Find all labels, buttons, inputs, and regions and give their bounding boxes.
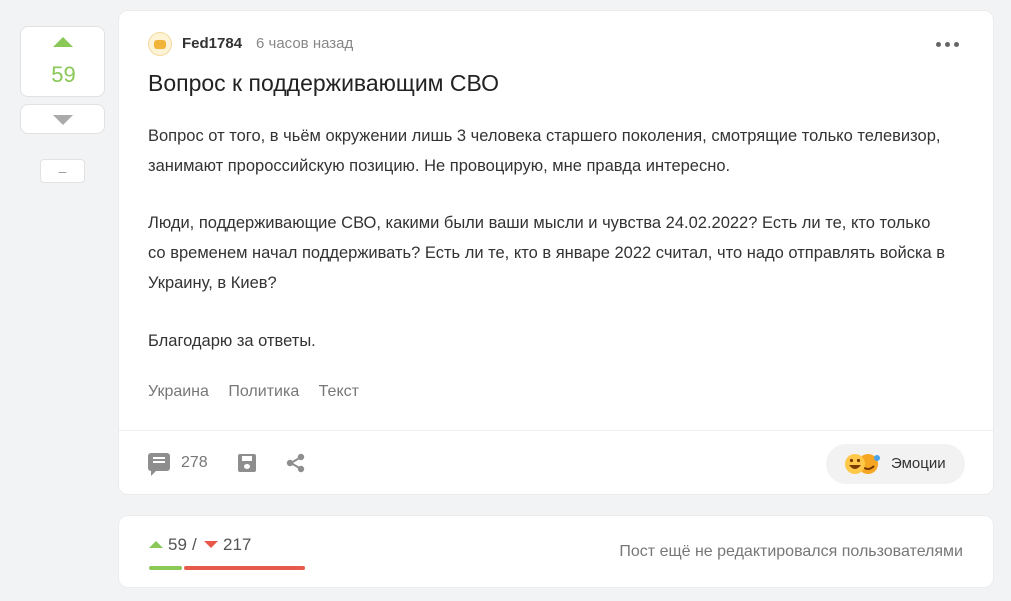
edit-status-note: Пост ещё не редактировался пользователям…: [619, 543, 963, 560]
vote-count: 59: [51, 62, 76, 87]
rating-separator: /: [192, 535, 197, 554]
plus-count: 59: [168, 535, 187, 554]
rating-card: 59 / 217 Пост ещё не редактировался поль…: [118, 515, 994, 588]
save-icon[interactable]: [238, 454, 256, 472]
divider: [119, 430, 993, 431]
rating-bar-negative: [184, 566, 305, 570]
avatar[interactable]: [148, 32, 172, 56]
tag-item[interactable]: Текст: [319, 383, 359, 400]
tag-item[interactable]: Политика: [228, 383, 299, 400]
comment-count[interactable]: 278: [181, 454, 208, 472]
collapse-button[interactable]: –: [40, 159, 85, 183]
downvote-button[interactable]: [20, 104, 105, 134]
minus-count: 217: [223, 535, 252, 554]
more-icon[interactable]: [936, 42, 960, 48]
plus-arrow-icon: [149, 541, 163, 548]
downvote-icon: [53, 115, 73, 125]
author-name[interactable]: Fed1784: [182, 35, 242, 52]
rating-bar-positive: [149, 566, 182, 570]
emotions-button[interactable]: Эмоции: [826, 444, 965, 484]
post-time: 6 часов назад: [256, 35, 354, 52]
tag-item[interactable]: Украина: [148, 383, 209, 400]
comment-icon[interactable]: [148, 453, 170, 476]
emotions-label: Эмоции: [891, 455, 946, 472]
post-paragraph: Люди, поддерживающие СВО, какими были ва…: [148, 214, 946, 292]
rating-bar: [149, 566, 305, 570]
post-card: Fed1784 6 часов назад Вопрос к поддержив…: [118, 10, 994, 495]
tag-list: Украина Политика Текст: [148, 383, 374, 401]
post-paragraph: Вопрос от того, в чьём окружении лишь 3 …: [148, 127, 941, 175]
vote-box: 59: [20, 26, 105, 97]
minus-arrow-icon: [204, 541, 218, 548]
share-icon[interactable]: [285, 452, 307, 474]
post-title[interactable]: Вопрос к поддерживающим СВО: [148, 70, 499, 97]
post-paragraph: Благодарю за ответы.: [148, 332, 316, 350]
emotions-icon: [845, 454, 880, 474]
upvote-icon[interactable]: [53, 37, 73, 47]
